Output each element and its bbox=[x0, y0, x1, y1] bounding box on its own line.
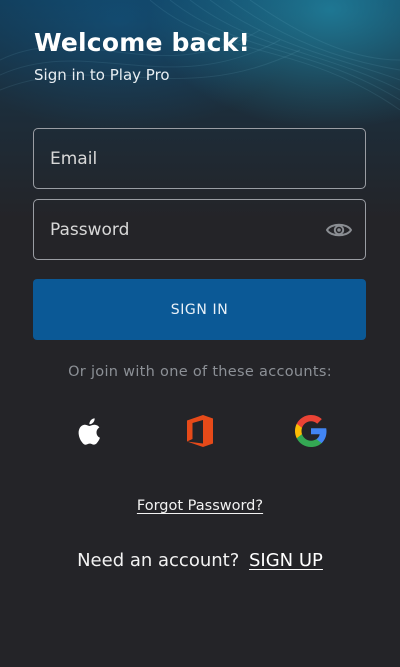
email-field-container bbox=[33, 128, 366, 189]
page-title: Welcome back! bbox=[34, 28, 251, 57]
need-account-text: Need an account? bbox=[77, 550, 240, 571]
page-subtitle: Sign in to Play Pro bbox=[34, 66, 170, 84]
forgot-password-row: Forgot Password? bbox=[0, 498, 400, 514]
social-prompt: Or join with one of these accounts: bbox=[68, 364, 332, 380]
password-field[interactable] bbox=[50, 200, 310, 259]
google-icon bbox=[295, 415, 327, 447]
forgot-password-link[interactable]: Forgot Password? bbox=[137, 498, 263, 514]
google-sign-in-button[interactable] bbox=[291, 411, 331, 451]
apple-sign-in-button[interactable] bbox=[70, 411, 110, 451]
password-field-container bbox=[33, 199, 366, 260]
office-icon bbox=[187, 415, 213, 447]
sign-in-button[interactable]: SIGN IN bbox=[33, 279, 366, 340]
apple-icon bbox=[78, 418, 100, 445]
sign-up-row: Need an account? SIGN UP bbox=[0, 550, 400, 571]
eye-icon[interactable] bbox=[325, 219, 353, 241]
sign-up-link[interactable]: SIGN UP bbox=[249, 550, 323, 571]
office-sign-in-button[interactable] bbox=[180, 411, 220, 451]
email-field[interactable] bbox=[50, 129, 310, 188]
